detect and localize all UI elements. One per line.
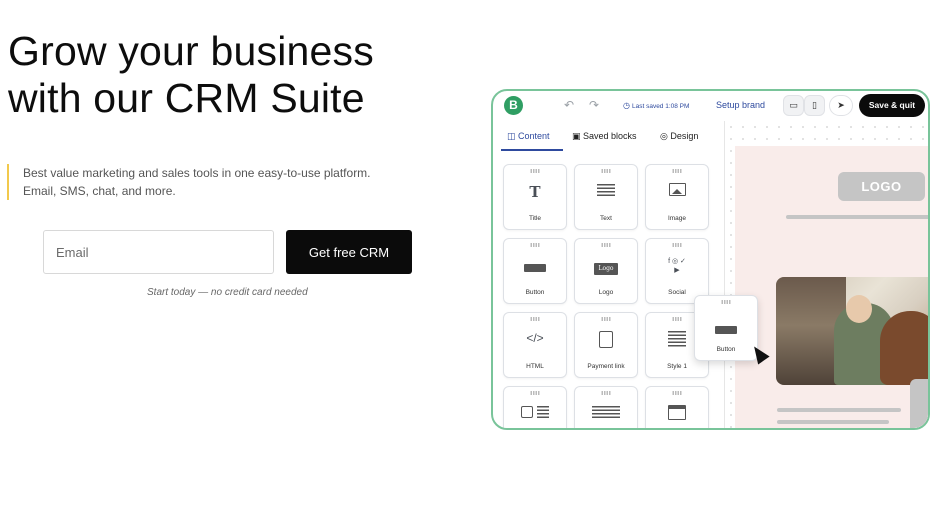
brand-logo: B: [504, 96, 523, 115]
block-logo[interactable]: Logo Logo: [574, 238, 638, 304]
block-button[interactable]: Button: [503, 238, 567, 304]
columns-icon: [575, 405, 637, 421]
block-label: Logo: [598, 289, 614, 296]
drag-handle-icon[interactable]: [672, 169, 682, 173]
block-layout-1[interactable]: [503, 386, 567, 428]
drag-handle-icon[interactable]: [601, 317, 611, 321]
last-saved-status: ◷ Last saved 1:08 PM: [623, 101, 689, 110]
page-headline: Grow your business with our CRM Suite: [8, 28, 478, 122]
blocks-grid: T Title Text Image Button Logo Logo f ◎ …: [493, 153, 721, 428]
tab-design-label: Design: [670, 131, 699, 141]
drag-handle-icon[interactable]: [530, 169, 540, 173]
drag-handle-icon[interactable]: [601, 243, 611, 247]
headline-line-2: with our CRM Suite: [8, 75, 365, 121]
drag-handle-icon[interactable]: [672, 391, 682, 395]
drag-handle-icon[interactable]: [530, 243, 540, 247]
subtext-line-1: Best value marketing and sales tools in …: [23, 166, 371, 180]
block-label: Image: [667, 215, 687, 222]
send-icon[interactable]: ➤: [829, 95, 853, 116]
editor-mockup: B ↶ ↷ ◷ Last saved 1:08 PM Setup brand ▭ …: [491, 89, 930, 430]
divider-bar: [786, 215, 928, 219]
block-label: HTML: [526, 363, 544, 370]
email-input[interactable]: [43, 230, 274, 274]
block-label: Payment link: [587, 363, 625, 370]
tab-design[interactable]: ◎ Design: [660, 131, 698, 142]
mobile-preview-icon[interactable]: ▯: [804, 95, 825, 116]
block-label: Style 1: [667, 363, 687, 370]
block-label: Text: [600, 215, 612, 222]
text-line: [777, 408, 901, 412]
block-layout-2[interactable]: [574, 386, 638, 428]
button-icon: [695, 319, 757, 337]
social-icon: f ◎ ✓ ▶: [668, 258, 686, 274]
redo-icon[interactable]: ↷: [589, 98, 599, 112]
block-payment-link[interactable]: Payment link: [574, 312, 638, 378]
tab-saved-blocks[interactable]: ▣ Saved blocks: [572, 131, 637, 142]
payment-link-icon: [575, 331, 637, 351]
save-and-quit-button[interactable]: Save & quit: [859, 94, 925, 117]
editor-topbar: B ↶ ↷ ◷ Last saved 1:08 PM Setup brand ▭ …: [493, 91, 928, 121]
email-canvas: LOGO: [724, 121, 928, 428]
desktop-preview-icon[interactable]: ▭: [783, 95, 804, 116]
drag-handle-icon[interactable]: [530, 317, 540, 321]
get-free-crm-button[interactable]: Get free CRM: [286, 230, 412, 274]
side-card-placeholder: [910, 379, 928, 428]
layout-icon: [504, 405, 566, 421]
hero-photo: [776, 277, 928, 385]
drag-handle-icon[interactable]: [530, 391, 540, 395]
block-label: Button: [525, 289, 545, 296]
block-image[interactable]: Image: [645, 164, 709, 230]
clock-icon: ◷: [623, 101, 630, 110]
signup-note: Start today — no credit card needed: [147, 287, 308, 298]
active-tab-indicator: [501, 149, 563, 151]
window-icon: [646, 405, 708, 423]
text-icon: [575, 183, 637, 199]
editor-tabs: ◫ Content ▣ Saved blocks ◎ Design: [497, 125, 727, 153]
hero-subtext: Best value marketing and sales tools in …: [7, 164, 371, 200]
content-tab-icon: ◫: [507, 131, 519, 141]
drag-handle-icon[interactable]: [721, 300, 731, 304]
title-icon: T: [529, 183, 541, 201]
tab-content[interactable]: ◫ Content: [507, 131, 550, 142]
save-icon: ▣: [572, 131, 584, 141]
last-saved-text: Last saved 1:08 PM: [631, 103, 690, 110]
block-label: Title: [528, 215, 542, 222]
drag-handle-icon[interactable]: [672, 243, 682, 247]
tab-content-label: Content: [518, 131, 550, 141]
drag-handle-icon[interactable]: [601, 169, 611, 173]
button-icon: [504, 257, 566, 273]
drag-handle-icon[interactable]: [601, 391, 611, 395]
undo-icon[interactable]: ↶: [564, 98, 574, 112]
palette-icon: ◎: [660, 131, 671, 141]
setup-brand-link[interactable]: Setup brand: [716, 100, 765, 110]
html-icon: </>: [526, 331, 544, 345]
logo-placeholder: LOGO: [838, 172, 925, 201]
tab-saved-blocks-label: Saved blocks: [583, 131, 637, 141]
block-text[interactable]: Text: [574, 164, 638, 230]
text-line: [777, 420, 889, 424]
headline-line-1: Grow your business: [8, 28, 374, 74]
logo-icon: Logo: [575, 257, 637, 275]
drag-handle-icon[interactable]: [672, 317, 682, 321]
block-layout-3[interactable]: [645, 386, 709, 428]
image-icon: [646, 183, 708, 199]
block-html[interactable]: </> HTML: [503, 312, 567, 378]
email-preview: LOGO: [735, 146, 928, 428]
block-title[interactable]: T Title: [503, 164, 567, 230]
subtext-line-2: Email, SMS, chat, and more.: [23, 184, 176, 198]
